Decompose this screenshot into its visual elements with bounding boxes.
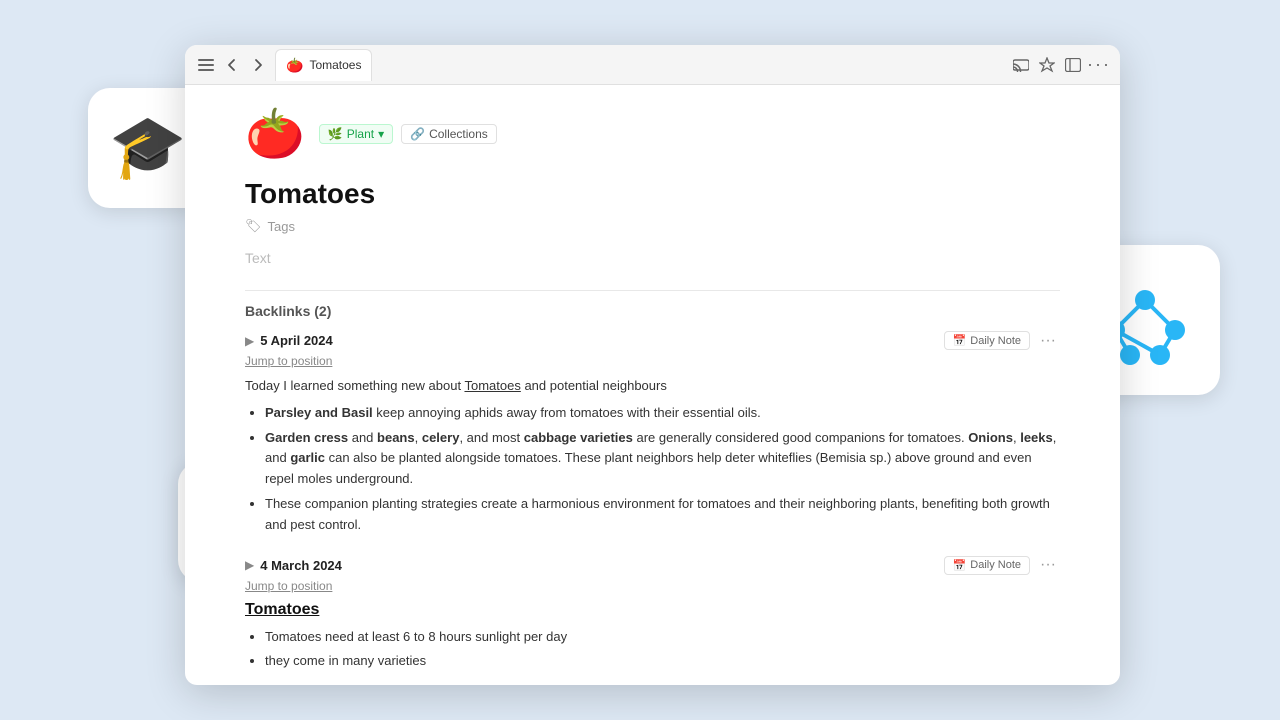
backlink-title-left-2: ▶ 4 March 2024 — [245, 558, 342, 573]
tab-label: Tomatoes — [309, 58, 361, 72]
tab-emoji: 🍅 — [286, 57, 303, 74]
page-emoji: 🍅 — [245, 105, 305, 162]
daily-note-icon-1: 📅 — [953, 334, 967, 347]
daily-note-label-2: Daily Note — [970, 559, 1021, 571]
browser-window: 🍅 Tomatoes ··· 🍅 🌿 — [185, 45, 1120, 685]
jump-link-2[interactable]: Jump to position — [245, 579, 1060, 593]
more-button-1[interactable]: ··· — [1036, 332, 1060, 350]
backlink-title-row-2: ▶ 4 March 2024 📅 Daily Note ··· — [245, 556, 1060, 575]
menu-icon[interactable] — [197, 56, 215, 74]
page-title: Tomatoes — [245, 178, 1060, 210]
bullet-item-1-3: These companion planting strategies crea… — [265, 494, 1060, 536]
collections-icon: 🔗 — [410, 127, 425, 141]
more-button-2[interactable]: ··· — [1036, 556, 1060, 574]
daily-note-badge-1[interactable]: 📅 Daily Note — [944, 331, 1030, 350]
daily-note-label-1: Daily Note — [970, 335, 1021, 347]
backlink-title-row-1: ▶ 5 April 2024 📅 Daily Note ··· — [245, 331, 1060, 350]
backlink-right-1: 📅 Daily Note ··· — [944, 331, 1060, 350]
tomatoes-link[interactable]: Tomatoes — [464, 378, 520, 393]
cast-icon[interactable] — [1012, 56, 1030, 74]
plant-label: Plant — [347, 127, 374, 141]
bullet-item-1-1: Parsley and Basil keep annoying aphids a… — [265, 403, 1060, 424]
page-header: 🍅 🌿 Plant ▾ 🔗 Collections — [245, 105, 1060, 162]
backlink-date-1: 5 April 2024 — [260, 333, 333, 348]
backlink-entry-1: ▶ 5 April 2024 📅 Daily Note ··· Jump to … — [245, 331, 1060, 536]
daily-note-icon-2: 📅 — [953, 559, 967, 572]
back-icon[interactable] — [223, 56, 241, 74]
plant-icon: 🌿 — [328, 127, 343, 141]
expand-arrow-2[interactable]: ▶ — [245, 558, 254, 572]
bullet-list-2: Tomatoes need at least 6 to 8 hours sunl… — [245, 627, 1060, 673]
star-icon[interactable] — [1038, 56, 1056, 74]
more-options-icon[interactable]: ··· — [1090, 56, 1108, 74]
collections-label: Collections — [429, 127, 488, 141]
bullet-item-2-2: they come in many varieties — [265, 651, 1060, 672]
backlink-title-left-1: ▶ 5 April 2024 — [245, 333, 333, 348]
backlinks-header: Backlinks (2) — [245, 303, 1060, 319]
browser-tab[interactable]: 🍅 Tomatoes — [275, 49, 372, 81]
daily-note-badge-2[interactable]: 📅 Daily Note — [944, 556, 1030, 575]
backlink-subtitle-2: Tomatoes — [245, 601, 1060, 619]
toolbar-right-icons: ··· — [1012, 56, 1108, 74]
plant-chevron: ▾ — [378, 127, 384, 141]
jump-link-1[interactable]: Jump to position — [245, 354, 1060, 368]
bullet-item-2-1: Tomatoes need at least 6 to 8 hours sunl… — [265, 627, 1060, 648]
tag-icon: 🏷 — [245, 218, 262, 234]
backlink-entry-2: ▶ 4 March 2024 📅 Daily Note ··· Jump to … — [245, 556, 1060, 673]
plant-badge[interactable]: 🌿 Plant ▾ — [319, 124, 393, 144]
expand-arrow-1[interactable]: ▶ — [245, 334, 254, 348]
collections-badge[interactable]: 🔗 Collections — [401, 124, 497, 144]
divider — [245, 290, 1060, 291]
bullet-item-1-2: Garden cress and beans, celery, and most… — [265, 428, 1060, 490]
tags-row: 🏷 Tags — [245, 218, 1060, 234]
browser-toolbar: 🍅 Tomatoes ··· — [185, 45, 1120, 85]
bullet-list-1: Parsley and Basil keep annoying aphids a… — [245, 403, 1060, 536]
page-badges: 🌿 Plant ▾ 🔗 Collections — [319, 124, 497, 144]
forward-icon[interactable] — [249, 56, 267, 74]
backlink-right-2: 📅 Daily Note ··· — [944, 556, 1060, 575]
backlink-intro-1: Today I learned something new about Toma… — [245, 376, 1060, 397]
sidebar-icon[interactable] — [1064, 56, 1082, 74]
page-content: 🍅 🌿 Plant ▾ 🔗 Collections Tomatoes 🏷 Tag… — [185, 85, 1120, 685]
text-placeholder[interactable]: Text — [245, 250, 1060, 266]
backlink-date-2: 4 March 2024 — [260, 558, 342, 573]
tags-label: Tags — [268, 219, 295, 234]
